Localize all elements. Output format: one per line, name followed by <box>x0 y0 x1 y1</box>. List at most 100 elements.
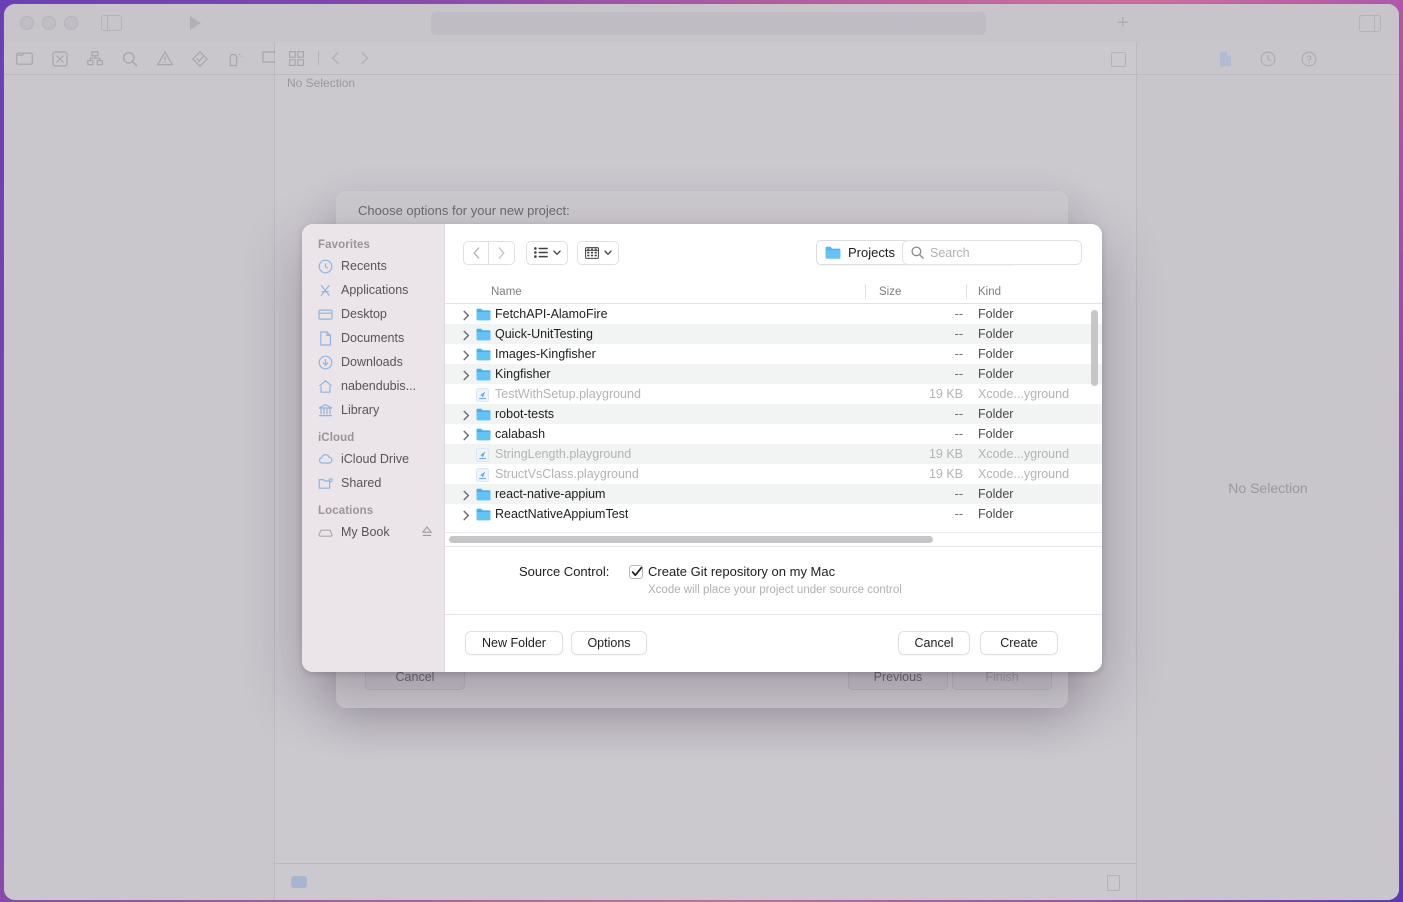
horizontal-scrollbar[interactable] <box>449 536 933 543</box>
disclosure-triangle-icon[interactable] <box>462 510 471 520</box>
table-row[interactable]: Quick-UnitTesting -- Folder <box>445 324 1102 344</box>
debug-icon[interactable] <box>227 51 243 66</box>
scheme-status-bar[interactable] <box>431 12 986 35</box>
file-kind-cell: Xcode...yground <box>978 387 1070 401</box>
table-row[interactable]: robot-tests -- Folder <box>445 404 1102 424</box>
search-icon[interactable] <box>122 51 138 66</box>
library-icon <box>318 403 333 418</box>
close-button[interactable] <box>20 16 34 30</box>
sidebar-item-desktop[interactable]: Desktop <box>302 302 444 326</box>
table-row[interactable]: calabash -- Folder <box>445 424 1102 444</box>
download-icon <box>318 355 333 370</box>
create-button[interactable]: Create <box>980 631 1058 655</box>
cloud-icon <box>318 452 333 467</box>
column-header-size[interactable]: Size <box>879 286 901 298</box>
horizontal-scrollbar-track[interactable] <box>445 532 1102 546</box>
inspector-toggle-icon[interactable] <box>1359 15 1381 32</box>
table-row[interactable]: TestWithSetup.playground 19 KB Xcode...ygr… <box>445 384 1102 404</box>
related-items-icon[interactable] <box>289 50 306 66</box>
sidebar-item-library[interactable]: Library <box>302 398 444 422</box>
list-view-button[interactable] <box>526 240 568 265</box>
create-git-repo-label[interactable]: Create Git repository on my Mac <box>648 564 835 579</box>
sidebar-item-shared[interactable]: Shared <box>302 471 444 495</box>
table-row[interactable]: ReactNativeAppiumTest -- Folder <box>445 504 1102 524</box>
table-row[interactable]: Kingfisher -- Folder <box>445 364 1102 384</box>
history-inspector-icon[interactable] <box>1259 50 1277 67</box>
vertical-scrollbar[interactable] <box>1091 310 1098 386</box>
sidebar-item-downloads[interactable]: Downloads <box>302 350 444 374</box>
search-placeholder: Search <box>930 245 970 260</box>
disclosure-triangle-icon[interactable] <box>462 490 471 500</box>
disclosure-triangle-icon[interactable] <box>462 410 471 420</box>
sidebar-item-documents[interactable]: Documents <box>302 326 444 350</box>
group-by-button[interactable] <box>577 240 619 265</box>
sidebar-item-applications[interactable]: Applications <box>302 278 444 302</box>
file-inspector-icon[interactable] <box>1219 51 1236 66</box>
chevron-right-icon[interactable] <box>360 51 377 66</box>
file-name-cell: StructVsClass.playground <box>495 467 639 481</box>
window-traffic-lights[interactable] <box>20 16 78 30</box>
editor-bottom-bar <box>275 863 1136 900</box>
run-icon[interactable] <box>190 16 201 30</box>
home-icon <box>318 379 333 394</box>
disclosure-triangle-icon[interactable] <box>462 350 471 360</box>
editor-options-icon[interactable] <box>1111 52 1126 67</box>
disclosure-triangle-icon[interactable] <box>462 310 471 320</box>
checkmark-icon <box>631 566 643 577</box>
sidebar-item-label: Documents <box>341 331 405 345</box>
table-row[interactable]: react-native-appium -- Folder <box>445 484 1102 504</box>
table-row[interactable]: FetchAPI-AlamoFire -- Folder <box>445 304 1102 324</box>
chevron-right-icon <box>498 246 505 259</box>
search-input[interactable]: Search <box>902 240 1082 265</box>
column-header-kind[interactable]: Kind <box>978 286 1001 298</box>
sidebar-item-icloud-drive[interactable]: iCloud Drive <box>302 447 444 471</box>
file-kind-cell: Xcode...yground <box>978 467 1070 481</box>
back-button[interactable] <box>463 240 489 265</box>
shared-folder-icon <box>318 476 333 491</box>
issue-icon[interactable] <box>52 50 68 67</box>
create-git-repo-checkbox[interactable] <box>629 565 643 579</box>
sidebar-toggle-icon[interactable] <box>101 15 122 31</box>
sidebar-item-my-book[interactable]: My Book <box>302 520 444 544</box>
location-popup-label: Projects <box>848 245 895 260</box>
sidebar-item-home[interactable]: nabendubis... <box>302 374 444 398</box>
forward-button[interactable] <box>489 240 515 265</box>
eject-icon[interactable] <box>421 526 433 537</box>
navigation-segmented-control[interactable] <box>463 240 515 265</box>
file-name-cell: TestWithSetup.playground <box>495 387 641 401</box>
column-header-name[interactable]: Name <box>491 286 522 298</box>
hierarchy-icon[interactable] <box>87 50 103 66</box>
zoom-button[interactable] <box>64 16 78 30</box>
bottom-bar-device-icon[interactable] <box>1107 875 1120 891</box>
sidebar-group-icloud-title: iCloud <box>318 432 355 444</box>
file-name-cell: Kingfisher <box>495 367 551 381</box>
folder-icon <box>476 368 491 381</box>
disclosure-triangle-icon[interactable] <box>462 330 471 340</box>
disclosure-triangle-icon[interactable] <box>462 370 471 380</box>
file-size-cell: -- <box>954 487 963 501</box>
table-row[interactable]: StringLength.playground 19 KB Xcode...ygro… <box>445 444 1102 464</box>
sidebar-item-label: My Book <box>341 525 390 539</box>
chevron-left-icon[interactable] <box>331 51 348 66</box>
minimize-button[interactable] <box>42 16 56 30</box>
file-list[interactable]: FetchAPI-AlamoFire -- Folder Quick-UnitTest… <box>445 304 1102 546</box>
sidebar-item-label: nabendubis... <box>341 379 417 393</box>
inspector-no-selection-label: No Selection <box>1228 480 1308 496</box>
sidebar-item-recents[interactable]: Recents <box>302 254 444 278</box>
column-divider[interactable] <box>966 284 967 299</box>
file-size-cell: -- <box>954 307 963 321</box>
quick-help-icon[interactable] <box>1300 50 1318 67</box>
warning-icon[interactable] <box>157 50 173 66</box>
table-row[interactable]: StructVsClass.playground 19 KB Xcode...ygr… <box>445 464 1102 484</box>
options-button[interactable]: Options <box>571 631 647 655</box>
cancel-button[interactable]: Cancel <box>898 631 970 655</box>
test-icon[interactable] <box>192 50 208 67</box>
folder-icon[interactable] <box>16 51 33 66</box>
table-row[interactable]: Images-Kingfisher -- Folder <box>445 344 1102 364</box>
disclosure-triangle-icon[interactable] <box>462 430 471 440</box>
file-size-cell: -- <box>954 347 963 361</box>
new-folder-button[interactable]: New Folder <box>465 631 563 655</box>
add-icon[interactable]: + <box>1117 13 1129 33</box>
file-kind-cell: Folder <box>978 507 1014 521</box>
column-divider[interactable] <box>865 284 866 299</box>
